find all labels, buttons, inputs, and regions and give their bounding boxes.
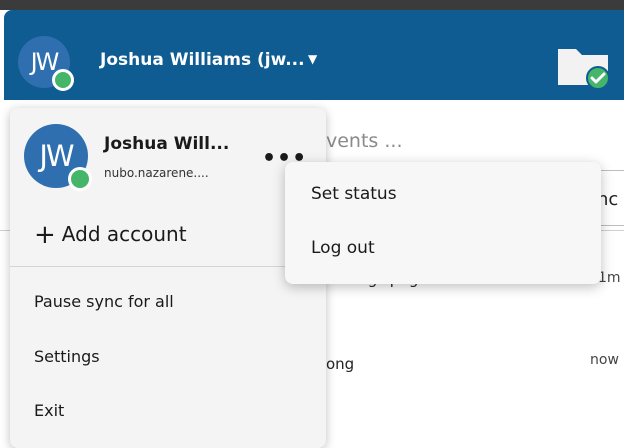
- activity-time: now: [590, 352, 619, 368]
- activity-search-placeholder[interactable]: vents ...: [326, 130, 402, 152]
- activity-file-name: ong: [326, 355, 355, 373]
- exit-button[interactable]: Exit: [34, 401, 64, 420]
- add-account-label: Add account: [61, 222, 187, 246]
- header-avatar[interactable]: JW: [18, 36, 74, 91]
- settings-button[interactable]: Settings: [34, 347, 100, 366]
- folder-sync-ok-icon[interactable]: [554, 35, 614, 95]
- online-status-icon: [68, 167, 92, 191]
- account-menu: JW Joshua Will... nubo.nazarene.... ••• …: [10, 108, 326, 448]
- add-account-button[interactable]: + Add account: [34, 220, 187, 250]
- avatar-initials: JW: [30, 48, 60, 76]
- window-top-strip: [0, 0, 624, 10]
- online-status-icon: [52, 69, 74, 91]
- app-header: JW Joshua Williams (jw... ▼: [4, 10, 624, 100]
- activity-time: 1m: [598, 270, 621, 286]
- plus-icon: +: [34, 220, 56, 250]
- chevron-down-icon[interactable]: ▼: [308, 52, 317, 66]
- log-out-button[interactable]: Log out: [311, 238, 375, 258]
- current-account-name[interactable]: Joshua Williams (jw...: [100, 50, 305, 70]
- avatar-initials: JW: [39, 139, 74, 173]
- account-name: Joshua Will...: [104, 134, 230, 154]
- set-status-button[interactable]: Set status: [311, 184, 397, 204]
- account-avatar: JW: [24, 124, 92, 191]
- account-actions-submenu: Set status Log out: [285, 162, 601, 284]
- menu-divider: [10, 266, 326, 267]
- account-server: nubo.nazarene....: [104, 166, 209, 180]
- pause-sync-button[interactable]: Pause sync for all: [34, 292, 174, 311]
